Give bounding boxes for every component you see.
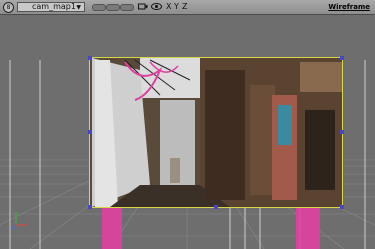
camera-name: cam_map1 bbox=[32, 2, 76, 11]
toggle-pill-3[interactable] bbox=[120, 4, 134, 11]
frame-handle-ml[interactable] bbox=[88, 130, 92, 134]
pink-geometry bbox=[102, 207, 320, 249]
axis-x-toggle[interactable]: X bbox=[166, 2, 171, 12]
panel-menu-button[interactable]: 8 bbox=[3, 2, 14, 13]
axis-z-toggle[interactable]: Z bbox=[182, 2, 187, 12]
axis-y-toggle[interactable]: Y bbox=[174, 2, 179, 12]
camera-glyph bbox=[138, 3, 148, 10]
eye-glyph bbox=[151, 3, 162, 10]
eye-icon[interactable] bbox=[151, 2, 162, 14]
frame-handle-tl[interactable] bbox=[88, 56, 92, 60]
chevron-down-icon: ▼ bbox=[76, 4, 81, 11]
camera-select[interactable]: cam_map1 ▼ bbox=[17, 2, 85, 12]
frame-handle-mr[interactable] bbox=[340, 130, 344, 134]
viewport-toolbar: 8 cam_map1 ▼ X Y Z Wireframe bbox=[0, 0, 375, 15]
shading-mode-menu[interactable]: Wireframe bbox=[328, 0, 370, 14]
frame-handle-br[interactable] bbox=[340, 205, 344, 209]
toggle-pill-1[interactable] bbox=[92, 4, 106, 11]
frame-handle-tr[interactable] bbox=[340, 56, 344, 60]
frame-handle-bl[interactable] bbox=[88, 205, 92, 209]
3d-viewport[interactable] bbox=[0, 15, 375, 249]
axis-gizmo bbox=[10, 212, 27, 231]
frame-handle-bm[interactable] bbox=[214, 205, 218, 209]
toggle-pill-2[interactable] bbox=[106, 4, 120, 11]
camera-frame-border bbox=[89, 57, 343, 208]
camera-icon[interactable] bbox=[138, 2, 148, 14]
